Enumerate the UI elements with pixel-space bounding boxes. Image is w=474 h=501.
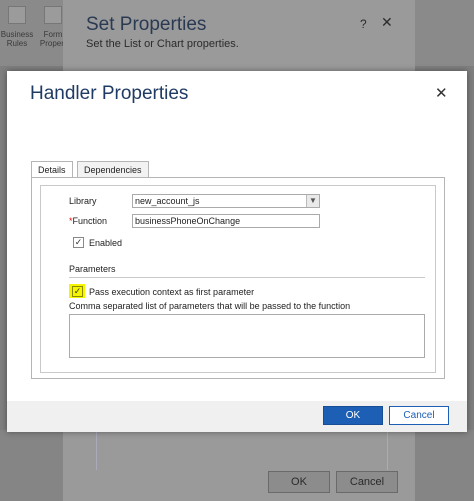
details-group: Library new_account_js ▼ *Function busin… bbox=[40, 185, 436, 373]
pass-context-label: Pass execution context as first paramete… bbox=[89, 287, 255, 297]
parameters-divider bbox=[69, 277, 425, 278]
business-rules-button[interactable]: Business Rules bbox=[0, 6, 34, 54]
chevron-down-icon[interactable]: ▼ bbox=[306, 195, 319, 207]
function-label: *Function bbox=[69, 216, 108, 226]
tab-dependencies[interactable]: Dependencies bbox=[77, 161, 149, 178]
enabled-label: Enabled bbox=[89, 238, 123, 248]
handler-properties-dialog: Handler Properties ✕ Details Dependencie… bbox=[7, 71, 467, 432]
params-label: Comma separated list of parameters that … bbox=[69, 301, 351, 311]
ok-button[interactable]: OK bbox=[323, 406, 383, 425]
business-rules-icon bbox=[8, 6, 26, 24]
dialog-title: Handler Properties bbox=[30, 83, 189, 104]
set-properties-title: Set Properties bbox=[86, 14, 207, 35]
params-textarea[interactable] bbox=[69, 314, 425, 358]
set-properties-subtitle: Set the List or Chart properties. bbox=[86, 38, 239, 50]
help-icon[interactable]: ? bbox=[360, 17, 367, 31]
set-properties-cancel-button[interactable]: Cancel bbox=[336, 471, 398, 493]
details-panel: Library new_account_js ▼ *Function busin… bbox=[31, 177, 445, 379]
pass-context-checkbox[interactable]: ✓ bbox=[72, 286, 83, 297]
cancel-button[interactable]: Cancel bbox=[389, 406, 449, 425]
parameters-heading: Parameters bbox=[69, 264, 116, 274]
library-select[interactable]: new_account_js ▼ bbox=[132, 194, 320, 208]
set-properties-ok-button[interactable]: OK bbox=[268, 471, 330, 493]
enabled-checkbox[interactable]: ✓ bbox=[73, 237, 84, 248]
tab-details[interactable]: Details bbox=[31, 161, 73, 178]
form-properties-icon bbox=[44, 6, 62, 24]
background-lines bbox=[96, 430, 388, 470]
close-icon[interactable]: ✕ bbox=[435, 84, 448, 102]
close-icon[interactable]: ✕ bbox=[381, 14, 393, 31]
library-label: Library bbox=[69, 196, 97, 206]
function-input[interactable]: businessPhoneOnChange bbox=[132, 214, 320, 228]
